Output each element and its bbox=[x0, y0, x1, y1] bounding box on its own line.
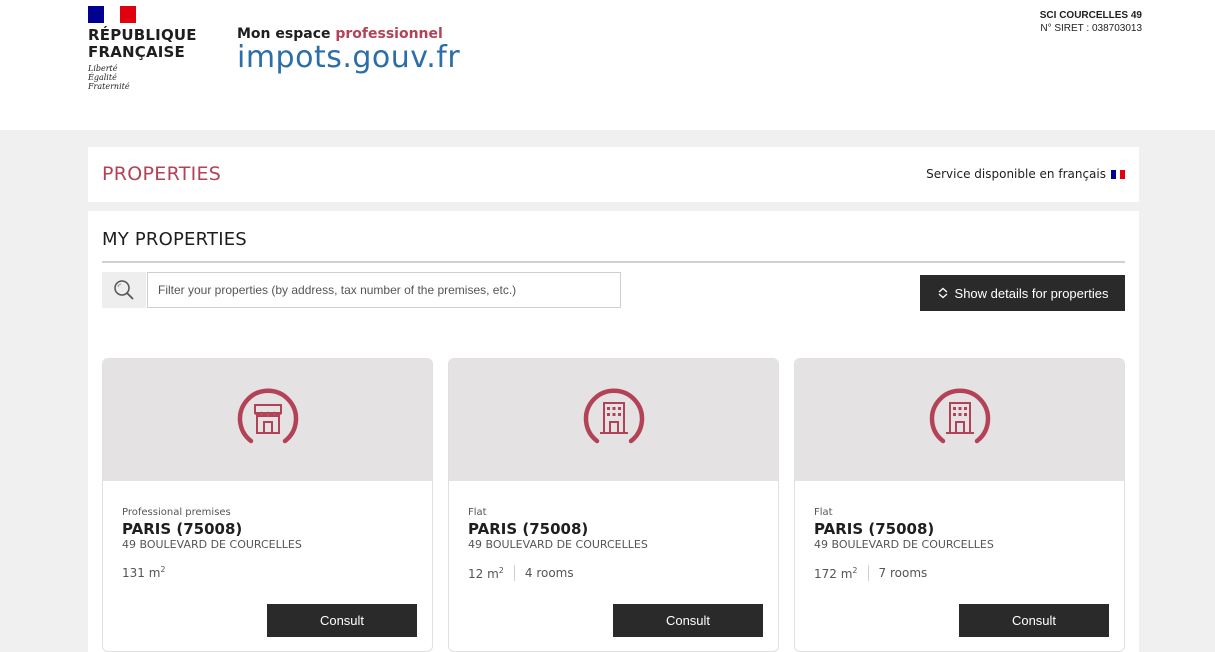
property-type: Flat bbox=[468, 507, 487, 518]
property-card: Flat PARIS (75008) 49 BOULEVARD DE COURC… bbox=[794, 358, 1125, 652]
properties-section: MY PROPERTIES Show details for propertie… bbox=[88, 211, 1139, 652]
company-name: SCI COURCELLES 49 bbox=[1039, 10, 1142, 21]
expand-collapse-icon bbox=[938, 287, 947, 299]
property-card-header bbox=[449, 359, 778, 481]
property-rooms: 7 rooms bbox=[878, 566, 928, 580]
building-icon bbox=[929, 388, 990, 444]
property-area: 172 m2 bbox=[814, 565, 858, 581]
site-header: RÉPUBLIQUE FRANÇAISE Liberté Égalité Fra… bbox=[0, 0, 1215, 130]
property-type: Flat bbox=[814, 507, 833, 518]
property-card-header bbox=[103, 359, 432, 481]
search-icon[interactable] bbox=[102, 272, 146, 308]
property-card: Professional premises PARIS (75008) 49 B… bbox=[102, 358, 433, 652]
republic-name: RÉPUBLIQUE FRANÇAISE bbox=[88, 26, 197, 61]
french-flag-icon bbox=[1111, 169, 1126, 179]
meta-divider bbox=[513, 565, 515, 581]
brand-name: impots.gouv.fr bbox=[237, 40, 461, 75]
property-area: 12 m2 bbox=[468, 565, 504, 581]
property-address: 49 BOULEVARD DE COURCELLES bbox=[814, 538, 994, 551]
section-title: MY PROPERTIES bbox=[102, 229, 247, 250]
consult-button[interactable]: Consult bbox=[267, 604, 417, 637]
property-address: 49 BOULEVARD DE COURCELLES bbox=[122, 538, 302, 551]
french-flag-icon bbox=[88, 6, 136, 23]
republic-motto: Liberté Égalité Fraternité bbox=[88, 64, 130, 91]
property-card-header bbox=[795, 359, 1124, 481]
property-type: Professional premises bbox=[122, 507, 231, 518]
meta-divider bbox=[867, 565, 869, 581]
shop-icon bbox=[237, 388, 298, 444]
property-filter-input[interactable] bbox=[147, 272, 621, 308]
republique-francaise-logo[interactable]: RÉPUBLIQUE FRANÇAISE Liberté Égalité Fra… bbox=[88, 6, 197, 91]
impots-brand-logo[interactable]: Mon espace professionnel impots.gouv.fr bbox=[237, 26, 460, 74]
company-siret: N° SIRET : 038703013 bbox=[1040, 23, 1142, 34]
building-icon bbox=[583, 388, 644, 444]
section-divider bbox=[102, 261, 1125, 263]
property-address: 49 BOULEVARD DE COURCELLES bbox=[468, 538, 648, 551]
consult-button[interactable]: Consult bbox=[959, 604, 1109, 637]
property-area: 131 m2 bbox=[122, 565, 166, 580]
property-meta: 131 m2 bbox=[122, 565, 417, 580]
page-title-bar: PROPERTIES Service disponible en françai… bbox=[88, 147, 1139, 202]
property-meta: 172 m2 7 rooms bbox=[814, 565, 1109, 581]
property-card: Flat PARIS (75008) 49 BOULEVARD DE COURC… bbox=[448, 358, 779, 652]
property-meta: 12 m2 4 rooms bbox=[468, 565, 763, 581]
property-city: PARIS (75008) bbox=[814, 520, 935, 538]
show-details-button[interactable]: Show details for properties bbox=[920, 275, 1125, 311]
property-city: PARIS (75008) bbox=[468, 520, 589, 538]
property-rooms: 4 rooms bbox=[524, 566, 574, 580]
language-link[interactable]: Service disponible en français bbox=[926, 167, 1126, 181]
consult-button[interactable]: Consult bbox=[613, 604, 763, 637]
page-title: PROPERTIES bbox=[102, 163, 222, 185]
property-city: PARIS (75008) bbox=[122, 520, 243, 538]
company-info: SCI COURCELLES 49 N° SIRET : 038703013 bbox=[1040, 9, 1142, 35]
